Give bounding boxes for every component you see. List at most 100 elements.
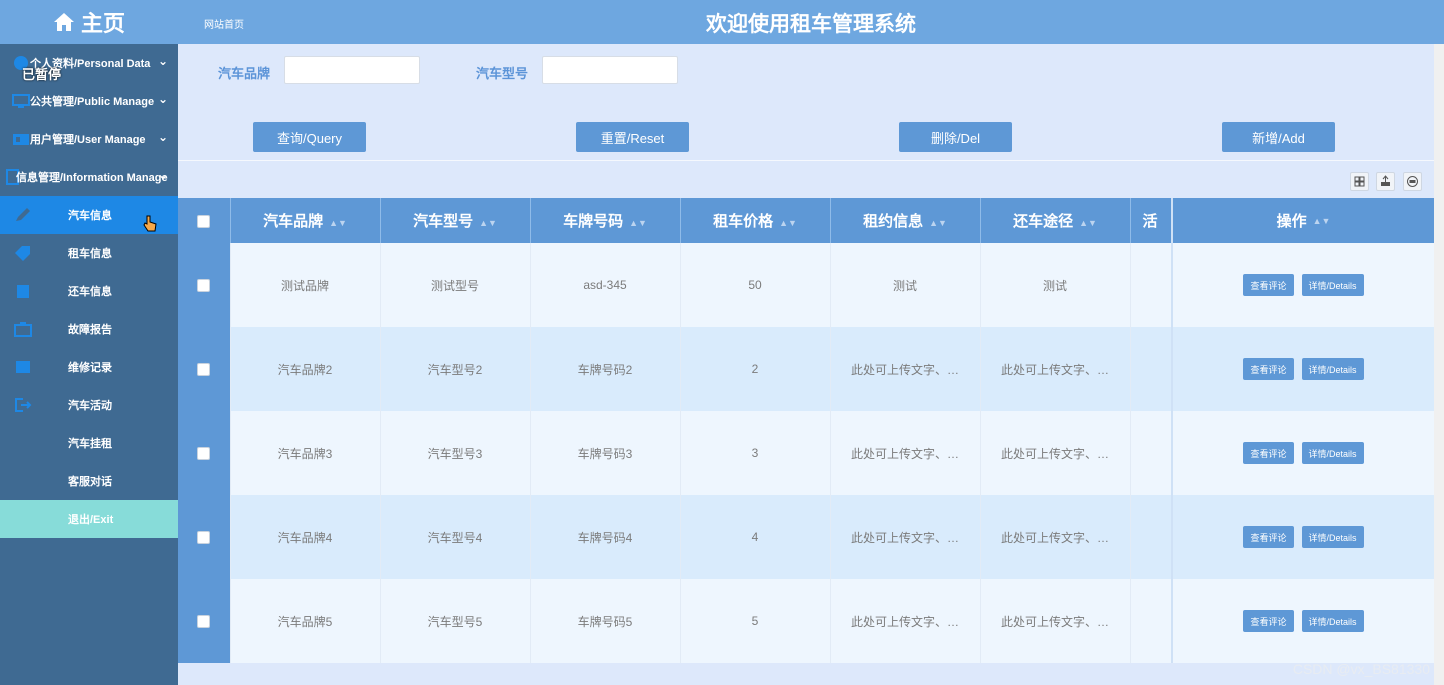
view-comments-button[interactable]: 查看评论 <box>1243 358 1294 380</box>
cell-brand: 测试品牌 <box>230 243 381 327</box>
cell-price: 2 <box>680 327 831 411</box>
sort-icon: ▲▼ <box>329 218 347 228</box>
row-actions: 查看评论 详情/Details <box>1171 327 1434 411</box>
tag-icon <box>15 246 30 261</box>
sort-icon: ▲▼ <box>929 218 947 228</box>
sidebar-item-rental-info[interactable]: 租车信息 <box>0 234 178 272</box>
column-header[interactable]: 汽车品牌 ▲▼ <box>230 198 381 243</box>
column-header[interactable]: 租约信息 ▲▼ <box>830 198 981 243</box>
model-search-input[interactable] <box>542 56 678 84</box>
header: 网站首页 欢迎使用租车管理系统 <box>178 0 1444 44</box>
column-header[interactable]: 还车途径 ▲▼ <box>980 198 1131 243</box>
chevron-down-icon: ⌄ <box>157 54 168 68</box>
column-header[interactable]: 租车价格 ▲▼ <box>680 198 831 243</box>
briefcase-icon <box>14 322 32 337</box>
cell-model: 汽车型号2 <box>380 327 531 411</box>
cell-plate: 车牌号码5 <box>530 579 681 663</box>
view-comments-button[interactable]: 查看评论 <box>1243 274 1294 296</box>
sidebar-item-car-listing[interactable]: 汽车挂租 <box>0 424 178 462</box>
select-all-checkbox[interactable] <box>197 214 211 228</box>
cell-price: 5 <box>680 579 831 663</box>
select-all-cell[interactable] <box>178 198 231 243</box>
sidebar-item-label: 汽车挂租 <box>68 438 112 450</box>
brand-search-label: 汽车品牌 <box>218 66 271 81</box>
brand-label: 主页 <box>80 11 125 36</box>
sidebar-item-label: 维修记录 <box>68 362 112 374</box>
cell-plate: 车牌号码3 <box>530 411 681 495</box>
chevron-down-icon: ⌄ <box>157 168 168 182</box>
menu-group-info[interactable]: 信息管理/Information Manage ⌄ <box>0 158 178 196</box>
view-comments-button[interactable]: 查看评论 <box>1243 610 1294 632</box>
vertical-scrollbar[interactable] <box>1434 44 1444 685</box>
row-actions: 查看评论 详情/Details <box>1171 579 1434 663</box>
main-content: 汽车品牌 汽车型号 查询/Query 重置/Reset 删除/Del 新增/Ad… <box>178 44 1434 685</box>
row-select-cell[interactable] <box>178 243 231 327</box>
column-header[interactable]: 车牌号码 ▲▼ <box>530 198 681 243</box>
chevron-down-icon: ⌄ <box>157 92 168 106</box>
cell-brand: 汽车品牌5 <box>230 579 381 663</box>
menu-group-public[interactable]: 公共管理/Public Manage ⌄ <box>0 82 178 120</box>
details-button[interactable]: 详情/Details <box>1301 274 1364 296</box>
row-checkbox[interactable] <box>197 615 211 629</box>
cell-brand: 汽车品牌2 <box>230 327 381 411</box>
add-button[interactable]: 新增/Add <box>1222 122 1335 152</box>
cell-return: 此处可上传文字、… <box>980 495 1131 579</box>
export-icon[interactable] <box>1376 172 1395 191</box>
print-icon[interactable] <box>1403 172 1422 191</box>
data-table: 汽车品牌 ▲▼ 汽车型号 ▲▼ 车牌号码 ▲▼ 租车价格 ▲▼ 租约信息 ▲▼ 还车途径 ▲… <box>178 198 1434 673</box>
cell-price: 3 <box>680 411 831 495</box>
sort-icon: ▲▼ <box>1312 215 1331 226</box>
row-checkbox[interactable] <box>197 447 211 461</box>
menu-group-label: 信息管理/Information Manage <box>16 172 168 184</box>
row-checkbox[interactable] <box>197 279 211 293</box>
monitor-icon <box>12 94 30 108</box>
cell-lease: 此处可上传文字、… <box>830 327 981 411</box>
column-header[interactable]: 汽车型号 ▲▼ <box>380 198 531 243</box>
brand-search-input[interactable] <box>284 56 420 84</box>
sidebar-item-label: 租车信息 <box>68 248 112 260</box>
delete-button[interactable]: 删除/Del <box>899 122 1012 152</box>
cell-model: 汽车型号5 <box>380 579 531 663</box>
row-select-cell[interactable] <box>178 327 231 411</box>
sidebar-item-repair-record[interactable]: 维修记录 <box>0 348 178 386</box>
actions-column: 操作 ▲▼ 查看评论 详情/Details 查看评论 详情/Details 查看评… <box>1171 198 1434 673</box>
details-button[interactable]: 详情/Details <box>1301 442 1364 464</box>
cell-price: 50 <box>680 243 831 327</box>
view-comments-button[interactable]: 查看评论 <box>1243 442 1294 464</box>
row-select-cell[interactable] <box>178 411 231 495</box>
row-select-cell[interactable] <box>178 495 231 579</box>
cell-return: 此处可上传文字、… <box>980 327 1131 411</box>
logout-icon <box>15 398 32 412</box>
sidebar-item-car-activity[interactable]: 汽车活动 <box>0 386 178 424</box>
cell-return: 测试 <box>980 243 1131 327</box>
query-button[interactable]: 查询/Query <box>253 122 366 152</box>
model-search-label: 汽车型号 <box>476 66 529 81</box>
columns-icon[interactable] <box>1350 172 1369 191</box>
cell-return: 此处可上传文字、… <box>980 579 1131 663</box>
details-button[interactable]: 详情/Details <box>1301 610 1364 632</box>
sort-icon: ▲▼ <box>479 218 497 228</box>
row-checkbox[interactable] <box>197 363 211 377</box>
sidebar-item-customer-chat[interactable]: 客服对话 <box>0 462 178 500</box>
chevron-down-icon: ⌄ <box>157 130 168 144</box>
sidebar: 主页 个人资料/Personal Data ⌄ 公共管理/Public Mana… <box>0 0 178 685</box>
details-button[interactable]: 详情/Details <box>1301 358 1364 380</box>
row-select-cell[interactable] <box>178 579 231 663</box>
sidebar-item-return-info[interactable]: 还车信息 <box>0 272 178 310</box>
sidebar-item-label: 客服对话 <box>68 476 112 488</box>
home-link[interactable]: 主页 <box>0 0 178 44</box>
details-button[interactable]: 详情/Details <box>1301 526 1364 548</box>
sidebar-item-fault-report[interactable]: 故障报告 <box>0 310 178 348</box>
row-checkbox[interactable] <box>197 531 211 545</box>
menu-group-label: 用户管理/User Manage <box>30 134 146 146</box>
sidebar-item-exit[interactable]: 退出/Exit <box>0 500 178 538</box>
sort-icon: ▲▼ <box>779 218 797 228</box>
view-comments-button[interactable]: 查看评论 <box>1243 526 1294 548</box>
watermark: CSDN @vx_BS81330 <box>1292 661 1430 677</box>
id-card-icon <box>13 134 29 145</box>
menu-group-user[interactable]: 用户管理/User Manage ⌄ <box>0 120 178 158</box>
actions-header[interactable]: 操作 ▲▼ <box>1171 198 1434 243</box>
reset-button[interactable]: 重置/Reset <box>576 122 689 152</box>
cell-price: 4 <box>680 495 831 579</box>
cell-lease: 此处可上传文字、… <box>830 411 981 495</box>
